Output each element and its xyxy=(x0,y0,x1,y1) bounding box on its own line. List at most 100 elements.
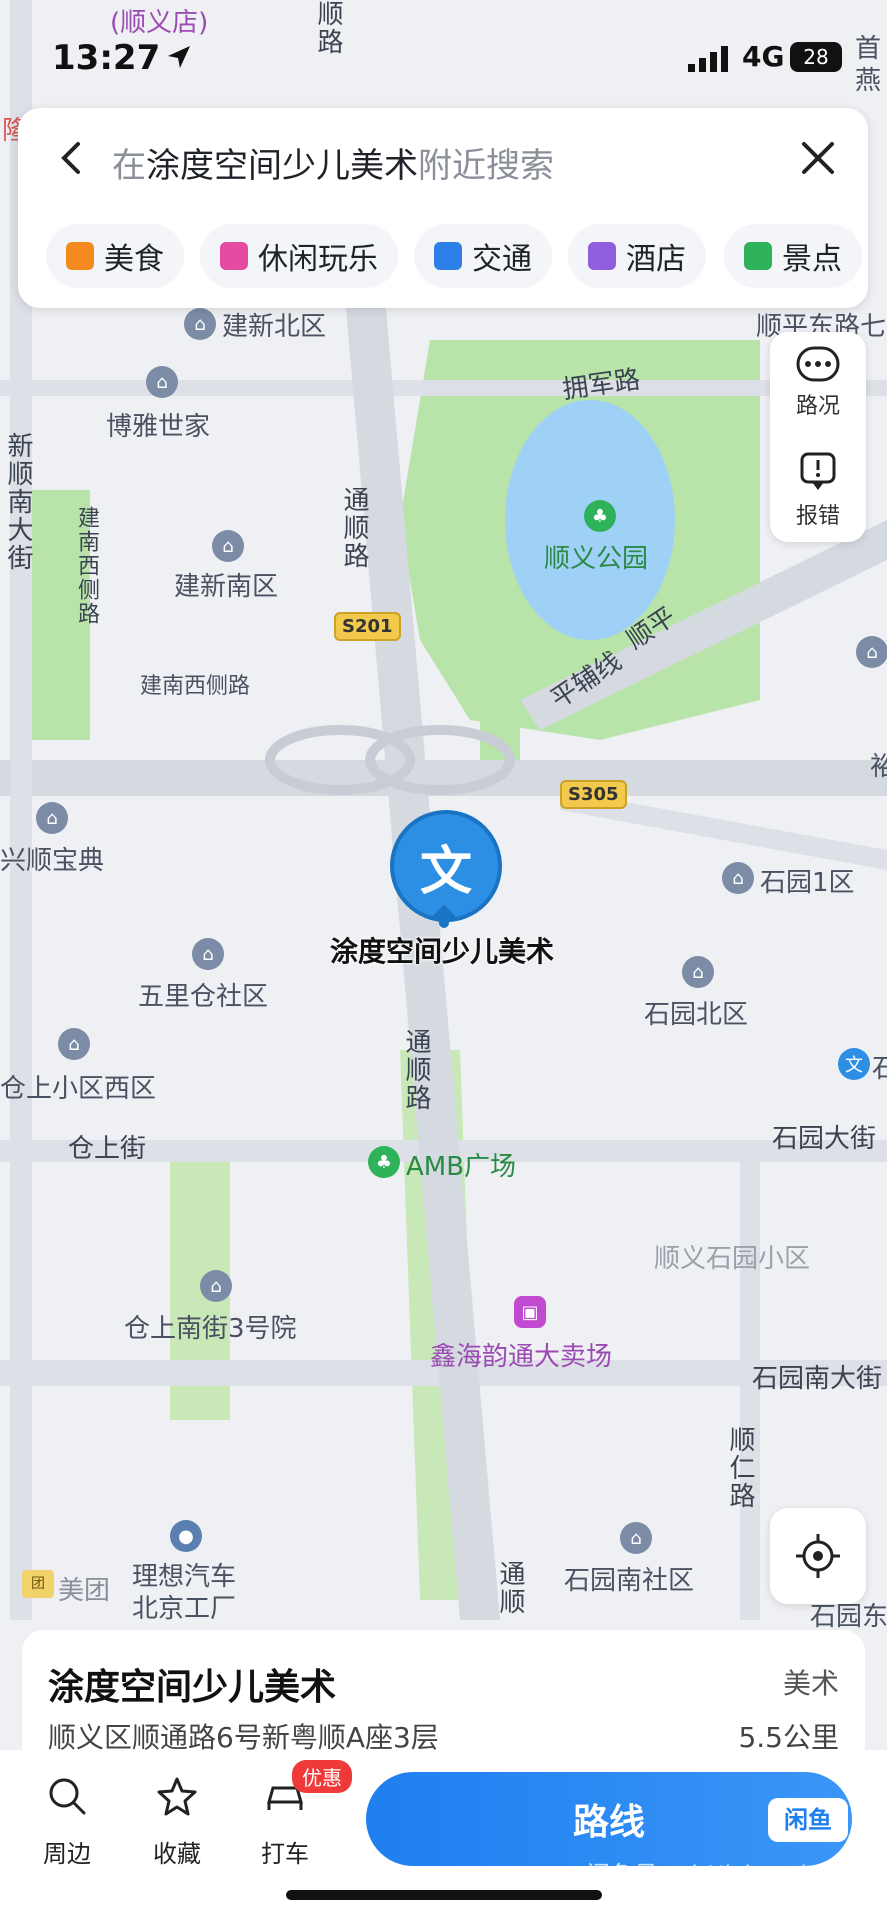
factory-icon: ● xyxy=(170,1520,202,1552)
map-label-wulicang: 五里仓社区 xyxy=(138,982,269,1012)
category-food[interactable]: 美食 xyxy=(46,224,184,288)
residential-icon: ⌂ xyxy=(58,1028,90,1060)
search-input[interactable]: 在涂度空间少儿美术附近搜索 xyxy=(112,138,554,187)
status-time: 13:27 xyxy=(52,38,161,78)
map-label-yu: 裕 xyxy=(870,752,887,782)
place-name: 涂度空间少儿美术 xyxy=(48,1667,337,1708)
map-label-shiyuan-south-st: 石园南大街 xyxy=(752,1364,883,1394)
map-label-shiyuan-st: 石园大街 xyxy=(772,1124,877,1154)
residential-icon: ⌂ xyxy=(184,308,216,340)
report-button[interactable]: 报错 xyxy=(770,452,866,530)
residential-icon: ⌂ xyxy=(856,636,887,668)
category-transport[interactable]: 交通 xyxy=(414,224,552,288)
map-label-tongshun-rd: 通顺路 xyxy=(339,486,369,570)
report-label: 报错 xyxy=(795,504,840,529)
residential-icon: ⌂ xyxy=(682,956,714,988)
category-label: 休闲玩乐 xyxy=(258,242,378,277)
promo-badge: 优惠 xyxy=(292,1760,352,1793)
home-indicator[interactable] xyxy=(286,1890,602,1900)
category-label: 景点 xyxy=(782,242,842,277)
map-label-cangshang-st: 仓上街 xyxy=(68,1134,147,1164)
mountain-icon xyxy=(744,242,772,270)
xianyu-logo-icon: 闲鱼 xyxy=(768,1798,848,1842)
close-icon[interactable] xyxy=(798,138,838,178)
residential-icon: ⌂ xyxy=(212,530,244,562)
location-arrow-icon xyxy=(168,46,190,68)
report-icon xyxy=(800,452,836,490)
watermark-text: 闲鱼号：tbNick_qekxj xyxy=(586,1861,836,1889)
route-label: 路线 xyxy=(572,1802,645,1843)
map-label-shiyuan-north: 石园北区 xyxy=(644,1000,749,1030)
favorites-button[interactable]: 收藏 xyxy=(132,1776,222,1869)
traffic-label: 路况 xyxy=(795,394,840,419)
category-label: 酒店 xyxy=(626,242,686,277)
traffic-icon xyxy=(796,346,840,382)
cocktail-icon xyxy=(220,242,248,270)
search-card: 在涂度空间少儿美术附近搜索 美食 休闲玩乐 交通 酒店 景点 xyxy=(18,108,868,308)
map-label-shiyuan1: 石园1区 xyxy=(760,868,855,898)
map-label-jianxin-north: 建新北区 xyxy=(222,312,327,342)
residential-icon: ⌂ xyxy=(146,366,178,398)
locate-icon xyxy=(796,1534,840,1578)
map-tools-panel: 路况 报错 xyxy=(770,332,866,542)
network-type: 4G xyxy=(742,40,785,73)
battery-icon: 28 xyxy=(790,42,842,72)
residential-icon: ⌂ xyxy=(722,862,754,894)
map-label-xinhai: 鑫海韵通大卖场 xyxy=(430,1342,613,1372)
place-category: 美术 xyxy=(782,1667,839,1700)
category-hotel[interactable]: 酒店 xyxy=(568,224,706,288)
nearby-label: 周边 xyxy=(43,1840,91,1868)
nearby-button[interactable]: 周边 xyxy=(22,1776,112,1869)
map-label-lixiang-2: 北京工厂 xyxy=(132,1594,237,1624)
map-label-cangshang-south3: 仓上南街3号院 xyxy=(124,1314,297,1344)
status-bar: 13:27 4G 28 xyxy=(0,0,887,100)
map-label-tongshun-rd-2: 通顺路 xyxy=(401,1028,431,1112)
residential-icon: ⌂ xyxy=(620,1522,652,1554)
category-scenic[interactable]: 景点 xyxy=(724,224,862,288)
map-label-xinshun-st: 新顺南大街 xyxy=(3,432,33,572)
residential-icon: ⌂ xyxy=(36,802,68,834)
star-icon xyxy=(157,1777,197,1816)
residential-icon: ⌂ xyxy=(200,1270,232,1302)
favorites-label: 收藏 xyxy=(153,1840,201,1868)
back-icon[interactable] xyxy=(52,138,92,178)
locate-button[interactable] xyxy=(770,1508,866,1604)
map-label-meituan: 美团 xyxy=(58,1576,111,1606)
category-label: 交通 xyxy=(472,242,532,277)
taxi-label: 打车 xyxy=(261,1840,309,1868)
map-label-jianxin-south: 建新南区 xyxy=(174,572,279,602)
map-label-xingshun: 兴顺宝典 xyxy=(0,846,105,876)
category-leisure[interactable]: 休闲玩乐 xyxy=(200,224,398,288)
pin-dot xyxy=(439,918,449,928)
map-label-wen-right: 石 xyxy=(872,1054,887,1084)
route-shield-s201: S201 xyxy=(334,612,401,641)
map-label-shunyi-park: 顺义公园 xyxy=(544,544,649,574)
residential-icon: ⌂ xyxy=(192,938,224,970)
search-icon xyxy=(49,1778,86,1815)
pin-label[interactable]: 涂度空间少儿美术 xyxy=(330,930,554,970)
selected-place-pin[interactable]: 文 xyxy=(390,810,502,922)
map-label-tongshun-3: 通顺 xyxy=(495,1560,525,1616)
map-label-boya: 博雅世家 xyxy=(106,412,211,442)
traffic-button[interactable]: 路况 xyxy=(770,346,866,420)
place-info-card[interactable]: 涂度空间少儿美术 美术 顺义区顺通路6号新粤顺A座3层 5.5公里 xyxy=(22,1630,865,1770)
map-label-amb: AMB广场 xyxy=(406,1152,517,1182)
map-label-shunyi-shiyuan: 顺义石园小区 xyxy=(654,1244,811,1274)
park-icon: ♣ xyxy=(584,500,616,532)
bus-icon xyxy=(434,242,462,270)
signal-icon xyxy=(688,46,728,72)
map-label-jiannan-xice-2: 建南西侧路 xyxy=(140,674,251,699)
food-icon xyxy=(66,242,94,270)
plaza-icon: ♣ xyxy=(368,1146,400,1178)
map-label-jiannan-xice: 建南西侧路 xyxy=(74,506,99,626)
art-school-icon: 文 xyxy=(838,1048,870,1080)
search-suffix: 附近搜索 xyxy=(418,146,554,186)
shopping-icon: ▣ xyxy=(514,1296,546,1328)
map-label-shiyuan-south: 石园南社区 xyxy=(564,1566,695,1596)
search-prefix: 在 xyxy=(112,146,146,186)
hotel-icon xyxy=(588,242,616,270)
meituan-logo-icon: 团 xyxy=(22,1570,54,1598)
map-label-shunren-rd: 顺仁路 xyxy=(725,1426,755,1510)
category-label: 美食 xyxy=(104,242,164,277)
map-label-cangshang-west: 仓上小区西区 xyxy=(0,1074,157,1104)
